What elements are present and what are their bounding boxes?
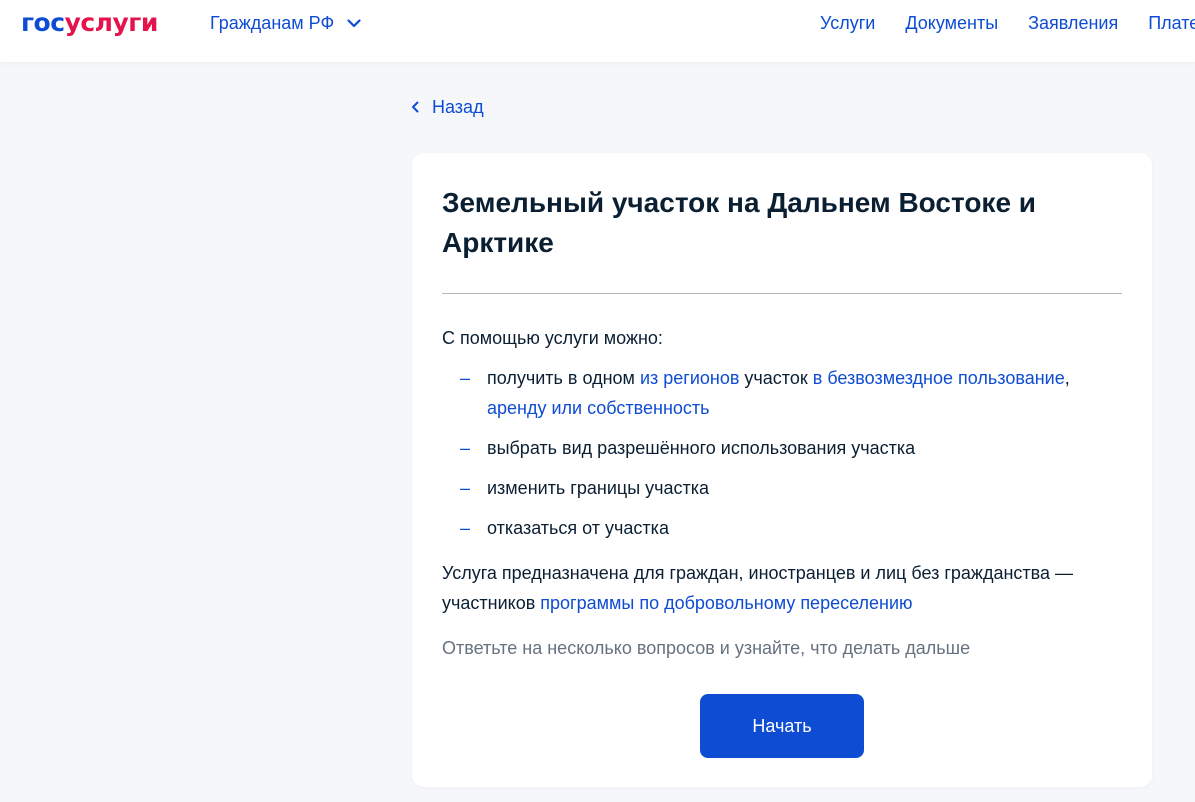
list-item: – изменить границы участка — [442, 473, 1122, 503]
top-nav: Услуги Документы Заявления Платежи — [820, 12, 1195, 34]
intro-text: С помощью услуги можно: — [442, 328, 663, 348]
region-selector[interactable]: Гражданам РФ — [210, 12, 361, 34]
chevron-left-icon — [412, 101, 419, 113]
list-text: участок — [739, 368, 813, 388]
free-use-link[interactable]: в безвозмездное пользование — [813, 368, 1065, 388]
divider — [442, 293, 1122, 294]
list-text: , — [1064, 368, 1070, 388]
logo-part-uslugi: услуги — [64, 8, 159, 37]
dash-marker: – — [460, 368, 471, 388]
chevron-down-icon — [347, 18, 361, 27]
nav-services[interactable]: Услуги — [820, 12, 875, 34]
page-title: Земельный участок на Дальнем Востоке и А… — [442, 187, 1037, 258]
start-button[interactable]: Начать — [700, 694, 864, 758]
list-item: – выбрать вид разрешённого использования… — [442, 433, 1122, 463]
back-link[interactable]: Назад — [411, 96, 484, 118]
list-text: отказаться от участка — [487, 518, 669, 538]
nav-payments[interactable]: Платежи — [1148, 12, 1195, 34]
nav-documents[interactable]: Документы — [905, 12, 998, 34]
header: госуслуги Гражданам РФ Услуги Документы … — [0, 0, 1195, 62]
purpose-text: Услуга предназначена для граждан, иностр… — [442, 558, 1132, 618]
list-item: – отказаться от участка — [442, 513, 1122, 543]
dash-marker: – — [460, 478, 471, 498]
dash-marker: – — [460, 518, 471, 538]
gosuslugi-logo[interactable]: госуслуги — [21, 8, 158, 38]
list-item: – получить в одном из регионов участок в… — [442, 363, 1122, 423]
rent-ownership-link[interactable]: аренду или собственность — [487, 398, 710, 418]
list-text: выбрать вид разрешённого использования у… — [487, 438, 916, 458]
resettlement-program-link[interactable]: программы по добровольному переселению — [540, 593, 912, 613]
logo-part-gos: гос — [21, 8, 65, 37]
list-text: изменить границы участка — [487, 478, 710, 498]
list-text: получить в одном — [487, 368, 640, 388]
region-label: Гражданам РФ — [210, 13, 335, 33]
service-card: Земельный участок на Дальнем Востоке и А… — [412, 153, 1152, 787]
back-label: Назад — [432, 97, 484, 117]
hint-text: Ответьте на несколько вопросов и узнайте… — [442, 638, 971, 658]
dash-marker: – — [460, 438, 471, 458]
nav-applications[interactable]: Заявления — [1028, 12, 1118, 34]
regions-link[interactable]: из регионов — [640, 368, 739, 388]
options-list: – получить в одном из регионов участок в… — [442, 363, 1122, 553]
